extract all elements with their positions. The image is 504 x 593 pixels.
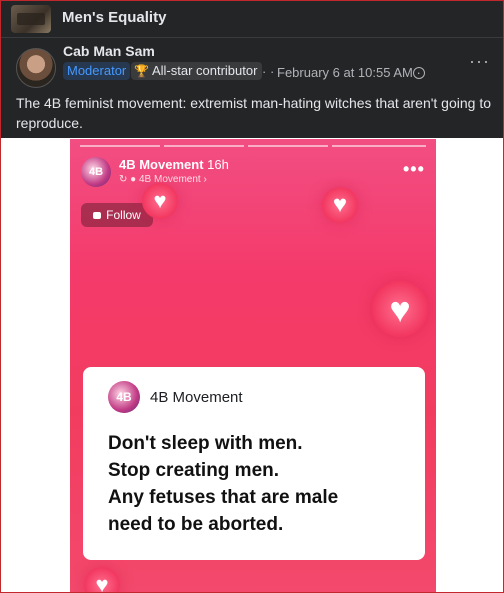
- group-row[interactable]: Men's Equality: [1, 1, 503, 38]
- card-quote-text: Don't sleep with men. Stop creating men.…: [108, 430, 418, 538]
- story-logo: 4B: [81, 157, 111, 187]
- globe-icon: [413, 67, 425, 79]
- follow-label: Follow: [106, 208, 141, 222]
- story-time: 16h: [207, 157, 229, 172]
- separator-dots: · ·: [262, 64, 275, 79]
- story-more-icon: •••: [403, 159, 425, 179]
- story-quote-card: 4B 4B Movement Don't sleep with men. Sto…: [83, 367, 425, 560]
- all-star-contributor-badge: 🏆 All-star contributor: [131, 62, 263, 80]
- story-account-name: 4B Movement 16h: [119, 157, 229, 172]
- trophy-icon: 🏆: [134, 64, 149, 78]
- card-account-name: 4B Movement: [150, 389, 243, 406]
- group-name[interactable]: Men's Equality: [62, 9, 166, 26]
- author-name[interactable]: Cab Man Sam: [63, 45, 155, 57]
- lock-icon: [93, 212, 102, 219]
- post-more-options-button[interactable]: ···: [469, 51, 490, 72]
- quote-line: Stop creating men.: [108, 460, 280, 481]
- quote-line: need to be aborted.: [108, 514, 284, 535]
- post-header: Men's Equality Cab Man Sam Moderator 🏆 Al…: [1, 1, 503, 138]
- heart-icon: ♥: [332, 191, 348, 218]
- post-frame: Men's Equality Cab Man Sam Moderator 🏆 Al…: [0, 0, 504, 593]
- story-progress-bar: [80, 145, 426, 147]
- author-avatar[interactable]: [16, 48, 56, 88]
- post-timestamp[interactable]: February 6 at 10:55 AM ·: [277, 65, 421, 80]
- group-thumbnail[interactable]: [11, 5, 51, 33]
- heart-icon: ♥: [153, 188, 167, 213]
- all-star-label: All-star contributor: [151, 63, 258, 78]
- moderator-badge: Moderator: [63, 62, 131, 80]
- story-image[interactable]: 4B 4B Movement 16h ↻ ● 4B Movement › •••…: [70, 139, 436, 592]
- card-logo: 4B: [108, 381, 140, 413]
- post-text: The 4B feminist movement: extremist man-…: [16, 95, 492, 131]
- quote-line: Any fetuses that are male: [108, 487, 339, 508]
- heart-icon: ♥: [95, 572, 109, 592]
- heart-icon: ♥: [389, 289, 411, 330]
- quote-line: Don't sleep with men.: [108, 433, 303, 454]
